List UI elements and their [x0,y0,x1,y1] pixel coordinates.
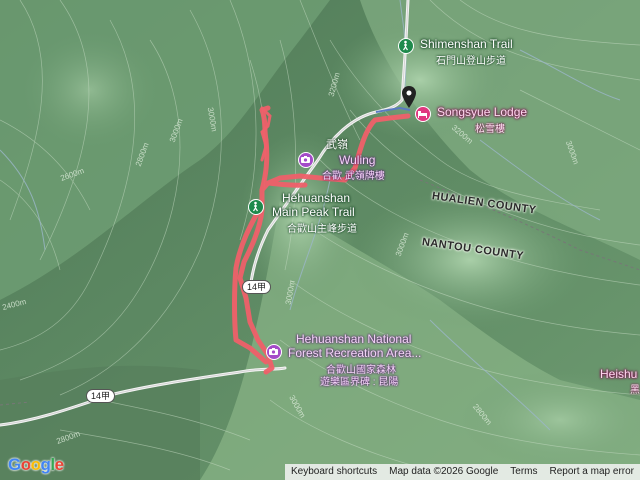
songsyue-lodge-label[interactable]: Songsyue Lodge [437,105,527,119]
forest-recreation-label-line1[interactable]: Hehuanshan National [296,332,411,346]
terms-link[interactable]: Terms [504,464,543,480]
songsyue-lodge-label-zh: 松雪樓 [475,124,505,135]
wuling-top-zh-label: 武嶺 [326,139,348,151]
location-marker[interactable] [402,86,416,113]
hotel-icon[interactable] [415,106,431,122]
route-14a-label-upper: 14甲 [247,282,267,292]
route-14a-label: 14甲 [91,391,111,401]
terrain-layer [0,0,640,480]
main-peak-trail-label-line2[interactable]: Main Peak Trail [272,205,355,219]
forest-recreation-label-zh2: 遊樂區界碑 : 昆陽 [320,377,399,388]
map-data-attribution: Map data ©2026 Google [389,466,499,477]
wuling-label-zh: 合歡 武嶺牌樓 [322,171,385,182]
wuling-label[interactable]: Wuling [339,153,375,167]
heishu-label[interactable]: Heishu [600,367,637,381]
route-14a-shield: 14甲 [86,389,116,403]
keyboard-shortcuts-link[interactable]: Keyboard shortcuts [285,464,383,480]
hiking-icon[interactable] [248,199,264,215]
forest-recreation-label-line2[interactable]: Forest Recreation Area... [288,346,421,360]
google-logo[interactable]: Google [8,455,64,475]
camera-icon[interactable] [298,152,314,168]
report-map-error-link[interactable]: Report a map error [544,464,640,480]
route-14a-shield-upper: 14甲 [242,280,272,294]
map-footer: Keyboard shortcuts Map data ©2026 Google… [284,464,640,480]
main-peak-trail-label-zh: 合歡山主峰步道 [287,224,357,235]
hiking-icon[interactable] [398,38,414,54]
map-view[interactable]: Shimenshan Trail 石門山登山步道 Songsyue Lodge … [0,0,640,480]
camera-icon[interactable] [266,344,282,360]
heishu-label-zh: 黑 [630,385,640,396]
main-peak-trail-label-line1[interactable]: Hehuanshan [282,191,350,205]
shimenshan-trail-label[interactable]: Shimenshan Trail [420,37,513,51]
shimenshan-trail-label-zh: 石門山登山步道 [436,56,506,67]
